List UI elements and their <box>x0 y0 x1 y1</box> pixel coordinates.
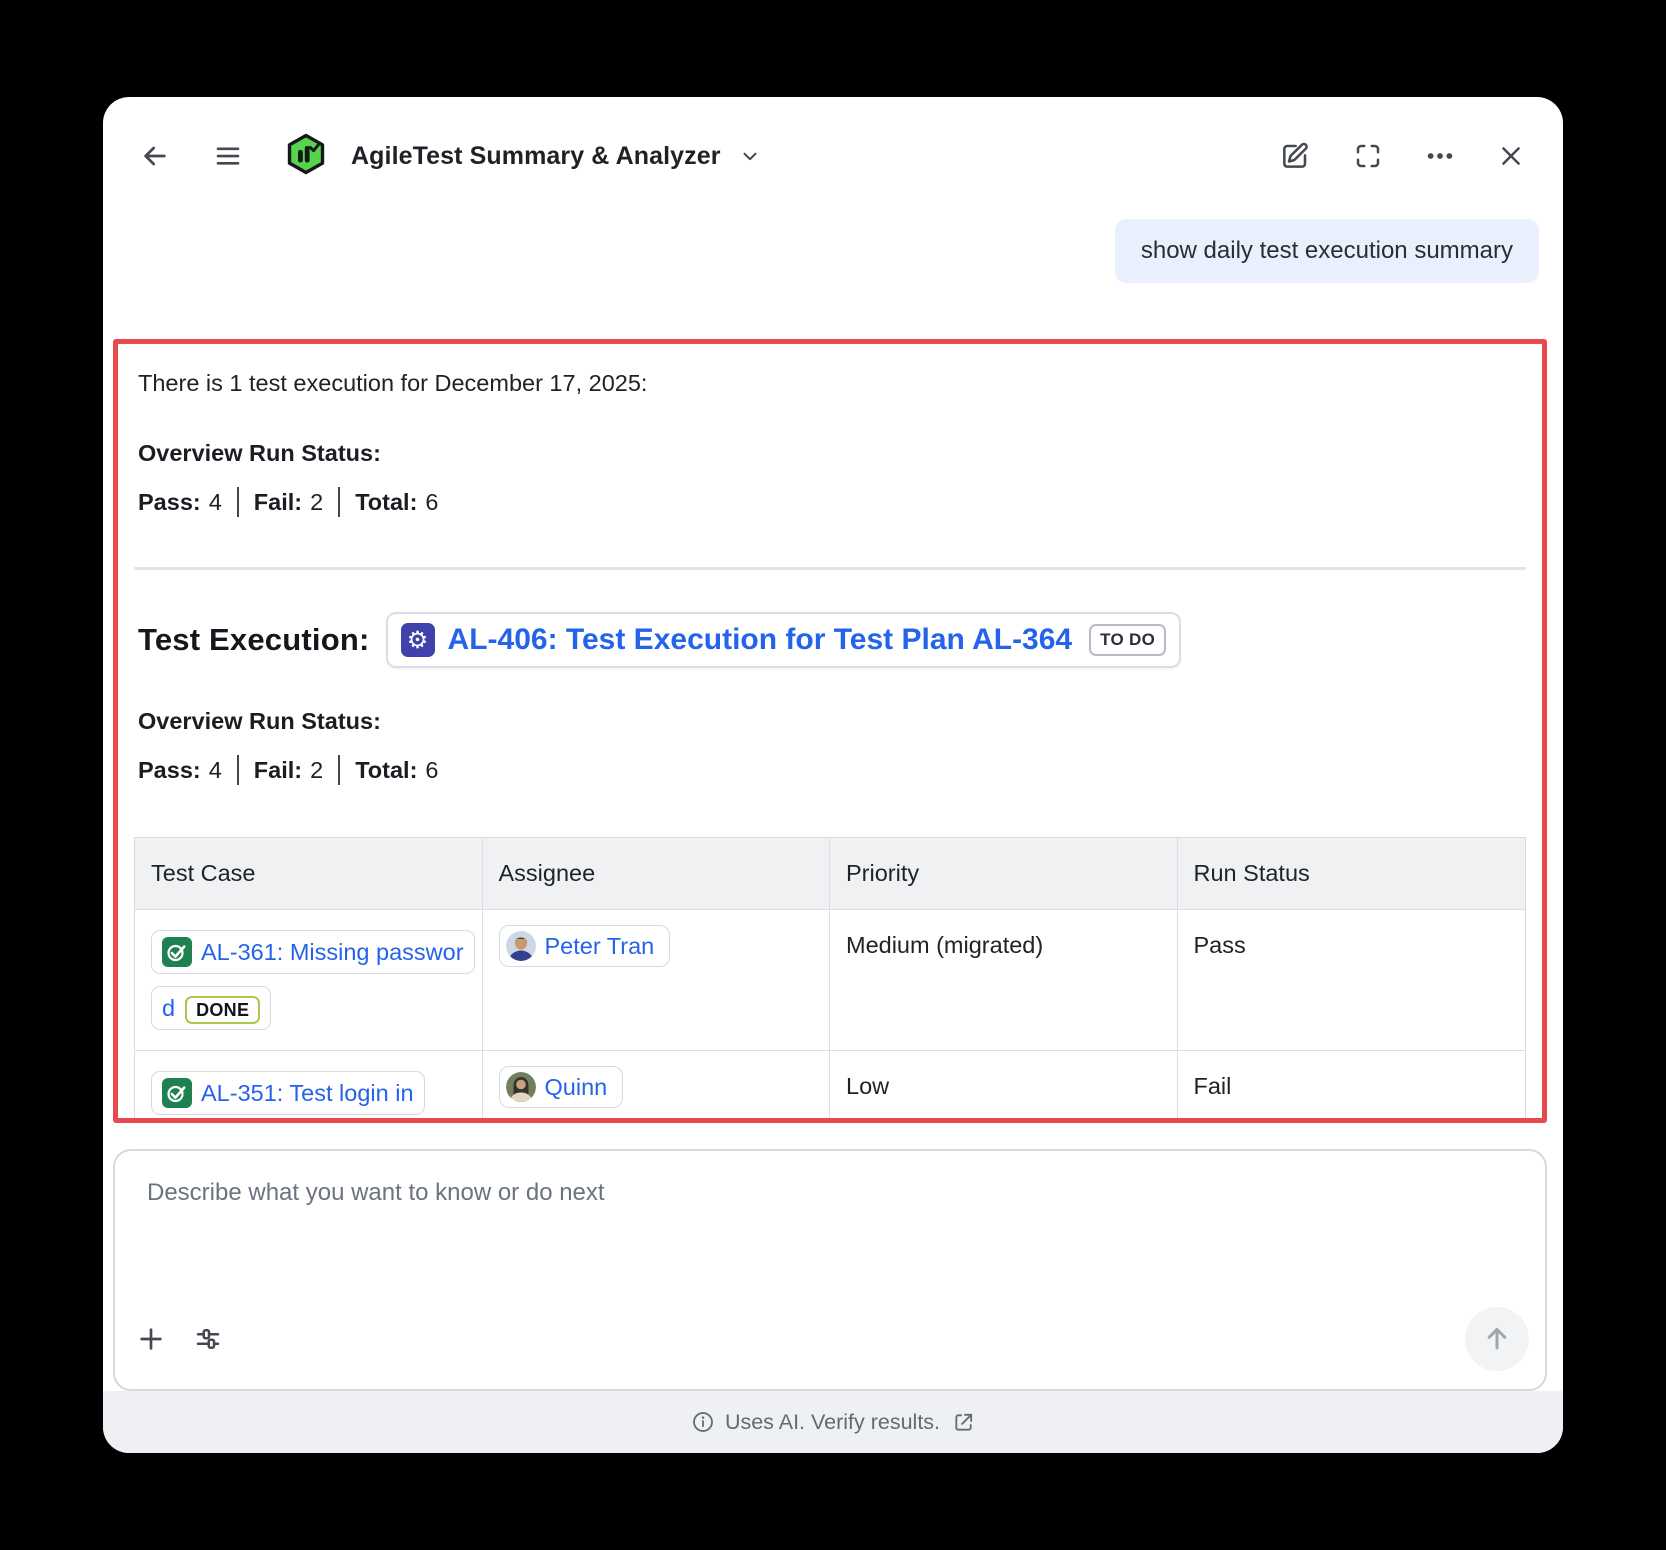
total-label: Total: <box>355 753 417 787</box>
overview-run-status-label: Overview Run Status: <box>138 436 1526 470</box>
fail-label: Fail: <box>254 753 302 787</box>
issue-link[interactable]: AL-406: Test Execution for Test Plan AL-… <box>448 623 1073 657</box>
test-case-icon <box>162 931 192 961</box>
pass-label: Pass: <box>138 753 201 787</box>
back-button[interactable] <box>139 140 171 172</box>
info-icon <box>691 1410 715 1434</box>
done-status-badge: DONE <box>185 996 260 1024</box>
section-divider <box>134 567 1526 570</box>
window-header: AgileTest Summary & Analyzer <box>103 97 1563 181</box>
test-case-link-chip[interactable]: AL-361: Missing passwordDONE <box>151 930 475 1030</box>
issue-link-chip[interactable]: ⚙ AL-406: Test Execution for Test Plan A… <box>386 612 1182 668</box>
total-value: 6 <box>425 753 438 787</box>
plus-icon <box>135 1323 167 1355</box>
assignee-chip[interactable]: Quinn <box>499 1066 624 1108</box>
avatar-peter-tran <box>506 931 536 961</box>
settings-button[interactable] <box>193 1324 223 1354</box>
todo-status-badge: TO DO <box>1089 624 1166 656</box>
column-header-test-case: Test Case <box>135 838 483 910</box>
priority-cell: Low <box>830 1051 1178 1123</box>
sliders-icon <box>193 1324 223 1354</box>
test-case-link[interactable]: AL-351: Test login in <box>201 1080 414 1106</box>
ai-disclaimer-footer: Uses AI. Verify results. <box>103 1391 1563 1453</box>
app-window: AgileTest Summary & Analyzer <box>103 97 1563 1453</box>
screen-background: AgileTest Summary & Analyzer <box>0 0 1666 1550</box>
pass-value: 4 <box>209 753 222 787</box>
ellipsis-icon <box>1425 141 1455 171</box>
pass-value: 4 <box>209 485 222 519</box>
chevron-down-icon <box>739 145 761 167</box>
response-intro: There is 1 test execution for December 1… <box>138 366 1526 400</box>
gear-icon: ⚙ <box>407 623 429 657</box>
column-header-assignee: Assignee <box>483 838 831 910</box>
composer-toolbar <box>115 1307 1545 1389</box>
agiletest-logo-icon <box>283 132 329 180</box>
fail-value: 2 <box>310 485 323 519</box>
test-results-table: Test Case Assignee Priority Run Status A… <box>134 837 1526 1123</box>
user-message-row: show daily test execution summary <box>113 219 1539 283</box>
test-execution-icon: ⚙ <box>401 623 435 657</box>
run-status-cell: Pass <box>1178 910 1526 1051</box>
table-row: AL-361: Missing passwordDONE <box>135 910 483 1051</box>
column-header-run-status: Run Status <box>1178 838 1526 910</box>
assignee-cell: Quinn <box>483 1051 831 1123</box>
table-row: AL-351: Test login in <box>135 1051 483 1123</box>
column-header-priority: Priority <box>830 838 1178 910</box>
send-button[interactable] <box>1465 1307 1529 1371</box>
fail-label: Fail: <box>254 485 302 519</box>
composer-input[interactable] <box>145 1177 1515 1307</box>
total-label: Total: <box>355 485 417 519</box>
back-arrow-icon <box>139 140 171 172</box>
priority-cell: Medium (migrated) <box>830 910 1178 1051</box>
topbar-actions <box>1279 140 1525 172</box>
edit-pencil-icon <box>1279 140 1311 172</box>
run-status-stats: Pass: 4 Fail: 2 Total: 6 <box>138 485 1526 519</box>
external-link-icon <box>952 1411 975 1434</box>
add-attachment-button[interactable] <box>135 1323 167 1355</box>
test-execution-heading: Test Execution: <box>138 622 370 658</box>
test-case-icon <box>162 1072 192 1102</box>
total-value: 6 <box>425 485 438 519</box>
assignee-chip[interactable]: Peter Tran <box>499 925 671 967</box>
stat-separator <box>338 755 340 785</box>
avatar-quinn <box>506 1072 536 1102</box>
assignee-link[interactable]: Peter Tran <box>545 933 655 960</box>
run-status-stats: Pass: 4 Fail: 2 Total: 6 <box>138 753 1526 787</box>
disclaimer-text: Uses AI. Verify results. <box>725 1410 940 1435</box>
up-arrow-icon <box>1480 1321 1514 1358</box>
fullscreen-icon <box>1353 141 1383 171</box>
stat-separator <box>237 755 239 785</box>
message-composer <box>113 1149 1547 1391</box>
test-case-link-chip[interactable]: AL-351: Test login in <box>151 1071 425 1115</box>
test-execution-row: Test Execution: ⚙ AL-406: Test Execution… <box>138 612 1526 668</box>
pass-label: Pass: <box>138 485 201 519</box>
close-button[interactable] <box>1497 142 1525 170</box>
expand-button[interactable] <box>1353 141 1383 171</box>
highlighted-response-region: There is 1 test execution for December 1… <box>113 339 1547 1123</box>
stat-separator <box>338 487 340 517</box>
app-title: AgileTest Summary & Analyzer <box>351 142 721 171</box>
menu-button[interactable] <box>213 141 243 171</box>
overview-run-status-label: Overview Run Status: <box>138 704 1526 738</box>
close-icon <box>1497 142 1525 170</box>
stat-separator <box>237 487 239 517</box>
fail-value: 2 <box>310 753 323 787</box>
run-status-cell: Fail <box>1178 1051 1526 1123</box>
title-dropdown-button[interactable] <box>739 145 761 167</box>
user-message-bubble: show daily test execution summary <box>1115 219 1539 283</box>
more-options-button[interactable] <box>1425 141 1455 171</box>
assignee-link[interactable]: Quinn <box>545 1074 608 1101</box>
chat-area: show daily test execution summary There … <box>103 181 1563 1391</box>
new-chat-button[interactable] <box>1279 140 1311 172</box>
assignee-cell: Peter Tran <box>483 910 831 1051</box>
hamburger-icon <box>213 141 243 171</box>
external-link-button[interactable] <box>952 1411 975 1434</box>
